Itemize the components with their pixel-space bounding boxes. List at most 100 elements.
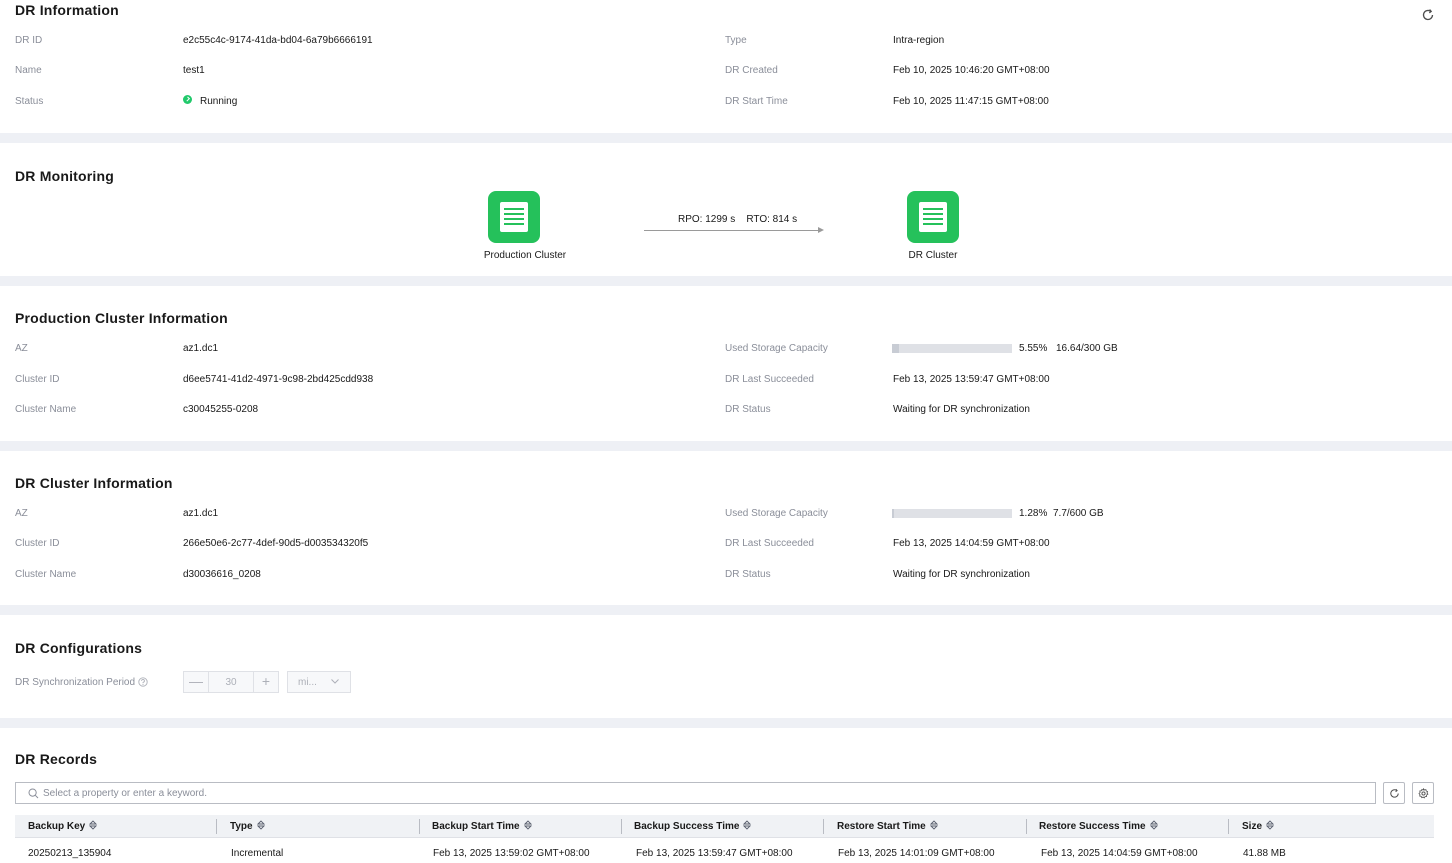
running-status-icon xyxy=(183,95,192,104)
dr-cluster-card: DR Cluster Information AZ az1.dc1 Cluste… xyxy=(0,451,1452,605)
col-restore-success-time[interactable]: Restore Success Time xyxy=(1039,815,1158,838)
col-backup-key[interactable]: Backup Key xyxy=(28,815,98,838)
dr-cluster-icon xyxy=(907,191,959,243)
prod-cluster-id-value: d6ee5741-41d2-4971-9c98-2bd425cdd938 xyxy=(183,374,374,385)
prod-az-label: AZ xyxy=(15,343,28,354)
name-label: Name xyxy=(15,65,42,76)
production-cluster-icon xyxy=(488,191,540,243)
type-value: Intra-region xyxy=(893,35,945,46)
records-search-box[interactable] xyxy=(15,782,1376,804)
dr-monitoring-title: DR Monitoring xyxy=(15,168,115,184)
prod-dr-last-succeeded-label: DR Last Succeeded xyxy=(725,374,814,385)
column-divider[interactable] xyxy=(823,819,824,834)
dr-information-card: DR Information DR ID e2c55c4c-9174-41da-… xyxy=(0,0,1452,133)
dr-cluster-title: DR Cluster Information xyxy=(15,475,173,491)
col-type[interactable]: Type xyxy=(230,815,265,838)
replication-arrow xyxy=(644,230,820,231)
col-size[interactable]: Size xyxy=(1242,815,1275,838)
dr-configurations-title: DR Configurations xyxy=(15,640,143,656)
dr-cluster-name-value: d30036616_0208 xyxy=(183,569,261,580)
sort-icon[interactable] xyxy=(1149,820,1158,830)
dr-cluster-name-label: Cluster Name xyxy=(15,569,77,580)
replication-arrow-head xyxy=(818,227,824,233)
sort-icon[interactable] xyxy=(256,820,265,830)
dr-storage-label: Used Storage Capacity xyxy=(725,508,828,519)
production-cluster-title: Production Cluster Information xyxy=(15,310,228,326)
prod-storage-bar xyxy=(892,344,1012,353)
prod-cluster-name-label: Cluster Name xyxy=(15,404,77,415)
sort-icon[interactable] xyxy=(743,820,752,830)
prod-dr-last-succeeded-value: Feb 13, 2025 13:59:47 GMT+08:00 xyxy=(893,374,1050,385)
dr-created-label: DR Created xyxy=(725,65,778,76)
column-divider[interactable] xyxy=(216,819,217,834)
dr-start-time-value: Feb 10, 2025 11:47:15 GMT+08:00 xyxy=(893,96,1049,107)
records-settings-button[interactable] xyxy=(1412,782,1434,804)
dr-last-succeeded-value: Feb 13, 2025 14:04:59 GMT+08:00 xyxy=(893,538,1050,549)
column-divider[interactable] xyxy=(1026,819,1027,834)
sync-period-label: DR Synchronization Period xyxy=(15,677,136,688)
column-divider[interactable] xyxy=(621,819,622,834)
refresh-icon xyxy=(1390,788,1399,798)
prod-cluster-name-value: c30045255-0208 xyxy=(183,404,259,415)
dr-start-time-label: DR Start Time xyxy=(725,96,788,107)
dr-configurations-card: DR Configurations xyxy=(0,615,1452,718)
dr-last-succeeded-label: DR Last Succeeded xyxy=(725,538,814,549)
cell-backup-key: 20250213_135904 xyxy=(28,848,112,859)
dr-storage-usage: 7.7/600 GB xyxy=(1053,508,1104,519)
search-icon xyxy=(28,788,39,799)
refresh-icon[interactable] xyxy=(1421,8,1435,22)
dr-storage-bar xyxy=(892,509,1012,518)
dr-monitoring-card: DR Monitoring xyxy=(0,143,1452,276)
col-backup-start-time[interactable]: Backup Start Time xyxy=(432,815,532,838)
records-refresh-button[interactable] xyxy=(1383,782,1405,804)
prod-dr-status-value: Waiting for DR synchronization xyxy=(893,404,1030,415)
type-label: Type xyxy=(725,35,747,46)
prod-storage-usage: 16.64/300 GB xyxy=(1056,343,1118,354)
prod-storage-percent: 5.55% xyxy=(1019,343,1048,354)
prod-cluster-id-label: Cluster ID xyxy=(15,374,60,385)
dr-status-label: DR Status xyxy=(725,569,771,580)
dr-az-value: az1.dc1 xyxy=(183,508,219,519)
sort-icon[interactable] xyxy=(523,820,532,830)
prod-storage-label: Used Storage Capacity xyxy=(725,343,828,354)
name-value: test1 xyxy=(183,65,205,76)
prod-az-value: az1.dc1 xyxy=(183,343,219,354)
col-backup-success-time[interactable]: Backup Success Time xyxy=(634,815,752,838)
dr-cluster-caption: DR Cluster xyxy=(908,250,958,261)
help-icon[interactable] xyxy=(138,677,148,687)
sync-unit-select[interactable]: mi... xyxy=(287,671,351,693)
gear-icon xyxy=(1418,788,1429,799)
sync-unit-value: mi... xyxy=(298,677,317,688)
dr-cluster-id-label: Cluster ID xyxy=(15,538,60,549)
sort-icon[interactable] xyxy=(1266,820,1275,830)
col-restore-start-time[interactable]: Restore Start Time xyxy=(837,815,938,838)
dr-created-value: Feb 10, 2025 10:46:20 GMT+08:00 xyxy=(893,65,1050,76)
column-divider[interactable] xyxy=(1228,819,1229,834)
dr-cluster-id-value: 266e50e6-2c77-4def-90d5-d003534320f5 xyxy=(183,538,369,549)
status-value: Running xyxy=(200,96,238,107)
dr-information-title: DR Information xyxy=(15,2,119,18)
records-table-header: Backup Key Type Backup Start Time Backup… xyxy=(15,815,1434,838)
prod-storage-bar-fill xyxy=(892,344,899,353)
dr-storage-bar-fill xyxy=(892,509,894,518)
production-cluster-card: Production Cluster Information AZ az1.dc… xyxy=(0,286,1452,441)
sort-icon[interactable] xyxy=(929,820,938,830)
status-label: Status xyxy=(15,96,44,107)
cell-restore-start-time: Feb 13, 2025 14:01:09 GMT+08:00 xyxy=(838,848,995,859)
cell-backup-start-time: Feb 13, 2025 13:59:02 GMT+08:00 xyxy=(433,848,590,859)
prod-dr-status-label: DR Status xyxy=(725,404,771,415)
cell-type: Incremental xyxy=(231,848,284,859)
search-input[interactable] xyxy=(43,785,1343,801)
decrement-button[interactable]: — xyxy=(184,672,208,692)
dr-storage-percent: 1.28% xyxy=(1019,508,1048,519)
increment-button[interactable]: + xyxy=(254,672,278,692)
sync-period-value[interactable]: 30 xyxy=(208,672,254,692)
cell-restore-success-time: Feb 13, 2025 14:04:59 GMT+08:00 xyxy=(1041,848,1198,859)
column-divider[interactable] xyxy=(419,819,420,834)
dr-az-label: AZ xyxy=(15,508,28,519)
dr-id-value: e2c55c4c-9174-41da-bd04-6a79b6666191 xyxy=(183,35,373,46)
dr-id-label: DR ID xyxy=(15,35,43,46)
rpo-rto-metrics: RPO: 1299 s RTO: 814 s xyxy=(678,214,798,225)
sync-period-stepper: — 30 + xyxy=(183,671,279,693)
sort-icon[interactable] xyxy=(89,820,98,830)
